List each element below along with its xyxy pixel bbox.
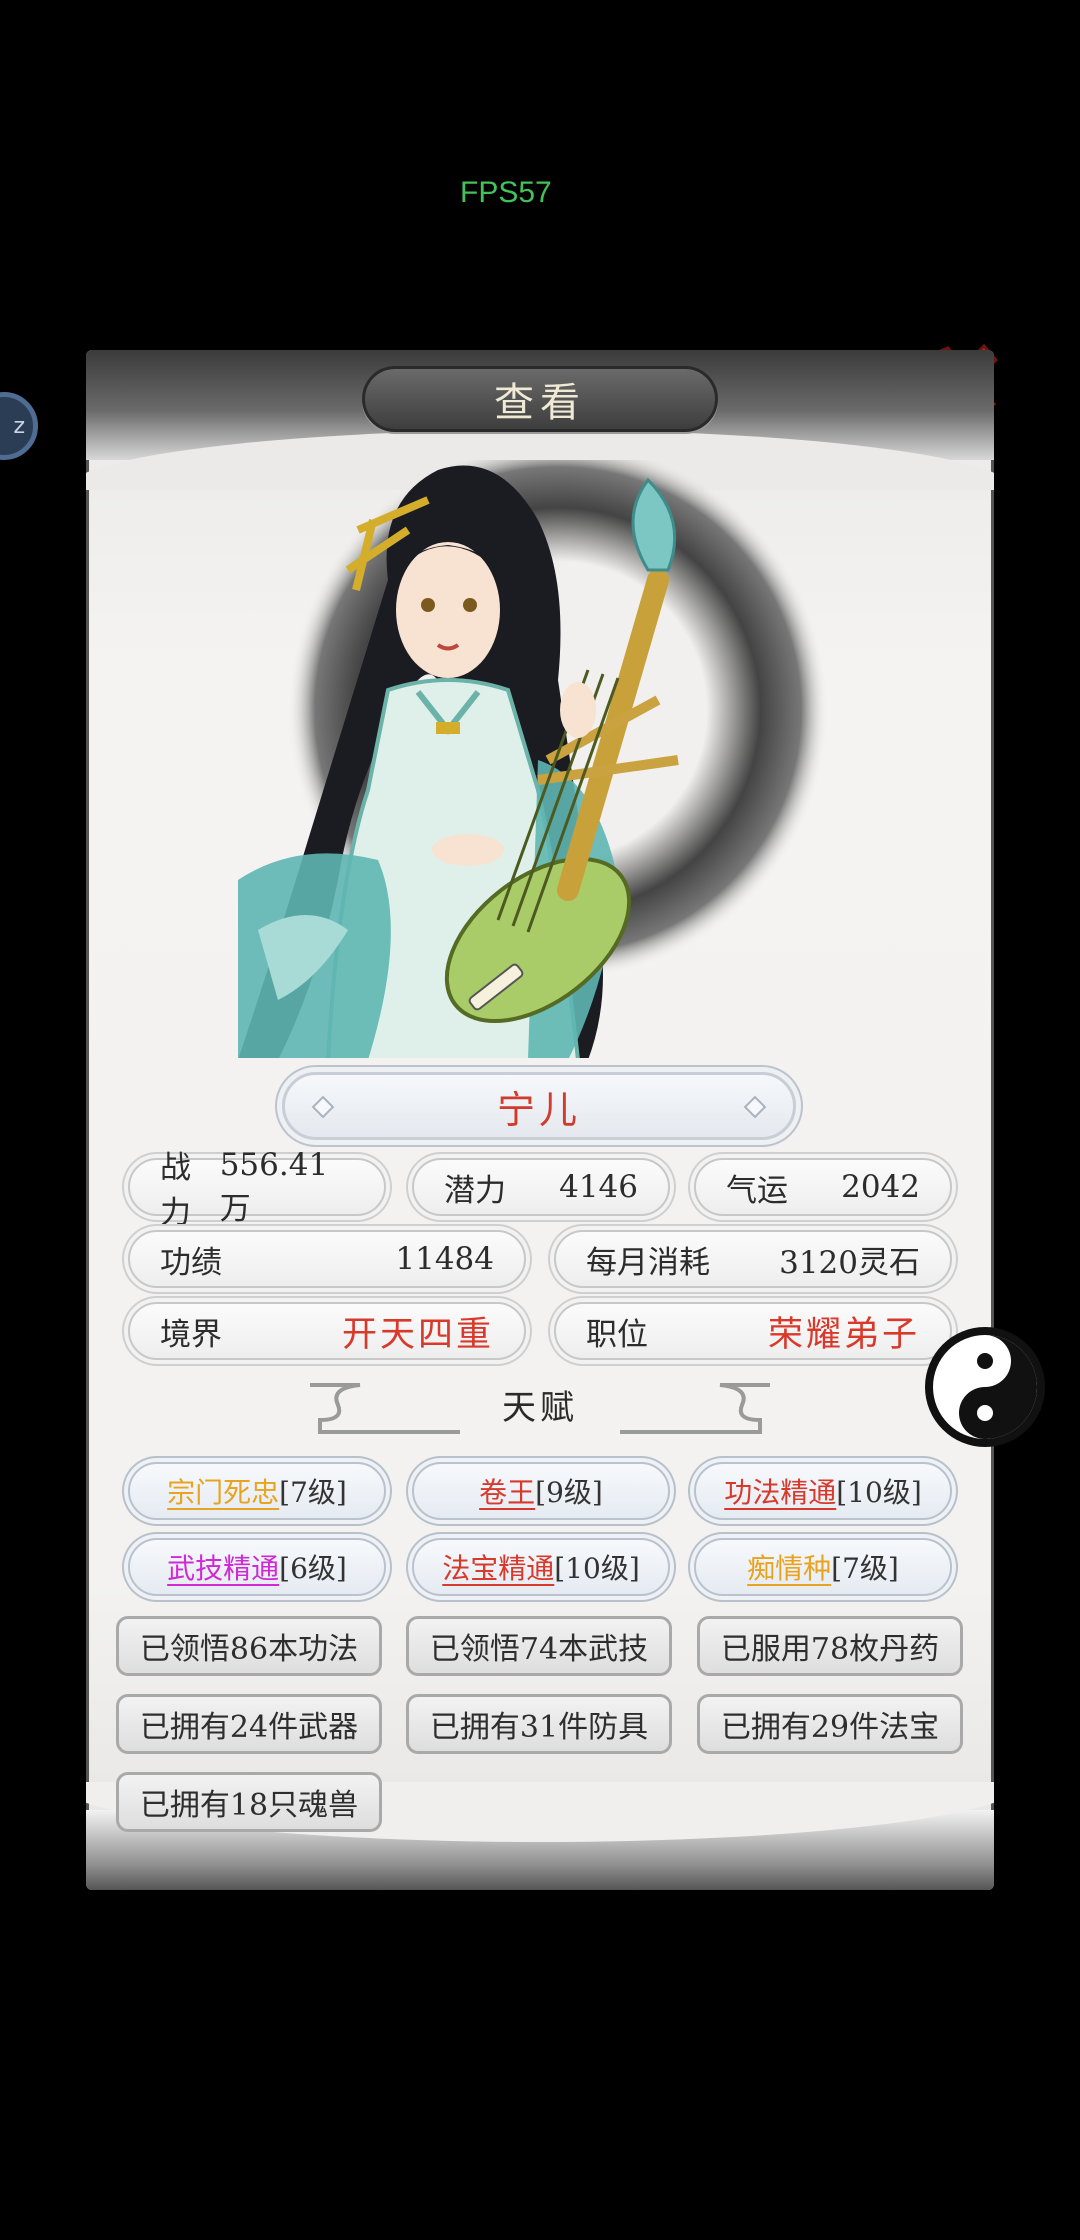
taiji-icon[interactable] bbox=[920, 1322, 1050, 1452]
stat-value: 11484 bbox=[395, 1241, 494, 1277]
stat-value: 3120灵石 bbox=[779, 1244, 920, 1281]
achievement-chip: 已拥有29件法宝 bbox=[697, 1694, 963, 1754]
stat-monthly-cost: 每月消耗 3120灵石 bbox=[554, 1230, 952, 1288]
character-portrait bbox=[238, 460, 838, 1060]
stat-position: 职位 荣耀弟子 bbox=[554, 1302, 952, 1360]
diamond-ornament-icon bbox=[743, 1095, 767, 1119]
talent-item[interactable]: 武技精通 [6级] bbox=[128, 1538, 386, 1596]
talent-level: [10级] bbox=[554, 1552, 640, 1585]
stat-value: 556.41万 bbox=[219, 1146, 329, 1227]
talent-section-header: 天赋 bbox=[310, 1380, 770, 1440]
talent-name: 卷王 bbox=[479, 1476, 536, 1509]
stat-label: 功绩 bbox=[160, 1244, 222, 1281]
stat-label: 境界 bbox=[160, 1316, 222, 1353]
talent-item[interactable]: 法宝精通 [10级] bbox=[412, 1538, 670, 1596]
achievement-chip: 已服用78枚丹药 bbox=[697, 1616, 963, 1676]
achievement-chip: 已拥有18只魂兽 bbox=[116, 1772, 382, 1832]
character-name-plate: 宁儿 bbox=[282, 1072, 796, 1140]
talent-name: 功法精通 bbox=[724, 1476, 837, 1509]
stat-label: 每月消耗 bbox=[586, 1244, 710, 1281]
achievement-chip: 已拥有31件防具 bbox=[406, 1694, 672, 1754]
talent-name: 武技精通 bbox=[167, 1552, 280, 1585]
stat-value: 开天四重 bbox=[341, 1314, 494, 1355]
stat-label: 职位 bbox=[586, 1316, 648, 1353]
stat-label: 气运 bbox=[726, 1172, 788, 1209]
stat-combat-power: 战力 556.41万 bbox=[128, 1147, 386, 1231]
talent-level: [7级] bbox=[831, 1552, 899, 1585]
dialog-title: 查看 bbox=[494, 380, 586, 426]
talent-item[interactable]: 宗门死忠 [7级] bbox=[128, 1462, 386, 1520]
talent-header-title: 天赋 bbox=[502, 1388, 578, 1428]
stat-label: 潜力 bbox=[444, 1172, 506, 1209]
talent-item[interactable]: 功法精通 [10级] bbox=[694, 1462, 952, 1520]
achievement-chip: 已领悟74本武技 bbox=[406, 1616, 672, 1676]
stat-luck: 气运 2042 bbox=[694, 1158, 952, 1216]
stat-label: 战力 bbox=[160, 1150, 191, 1231]
talent-level: [9级] bbox=[535, 1476, 603, 1509]
talent-level: [7级] bbox=[279, 1476, 347, 1509]
stat-value: 4146 bbox=[559, 1169, 638, 1205]
talent-level: [10级] bbox=[836, 1476, 922, 1509]
stat-realm: 境界 开天四重 bbox=[128, 1302, 526, 1360]
talent-item[interactable]: 痴情种 [7级] bbox=[694, 1538, 952, 1596]
dialog-title-plate: 查看 bbox=[362, 366, 718, 432]
background-badge-icon: z bbox=[0, 392, 38, 460]
talent-name: 痴情种 bbox=[747, 1552, 832, 1585]
talent-item[interactable]: 卷王 [9级] bbox=[412, 1462, 670, 1520]
character-name: 宁儿 bbox=[496, 1087, 581, 1132]
talent-level: [6级] bbox=[279, 1552, 347, 1585]
talent-name: 宗门死忠 bbox=[167, 1476, 280, 1509]
talent-name: 法宝精通 bbox=[442, 1552, 555, 1585]
achievement-chip: 已领悟86本功法 bbox=[116, 1616, 382, 1676]
stat-merit: 功绩 11484 bbox=[128, 1230, 526, 1288]
stat-value: 2042 bbox=[841, 1169, 920, 1205]
fps-counter: FPS57 bbox=[460, 176, 552, 209]
diamond-ornament-icon bbox=[311, 1095, 335, 1119]
achievement-chip: 已拥有24件武器 bbox=[116, 1694, 382, 1754]
stat-value: 荣耀弟子 bbox=[767, 1314, 920, 1355]
stat-potential: 潜力 4146 bbox=[412, 1158, 670, 1216]
